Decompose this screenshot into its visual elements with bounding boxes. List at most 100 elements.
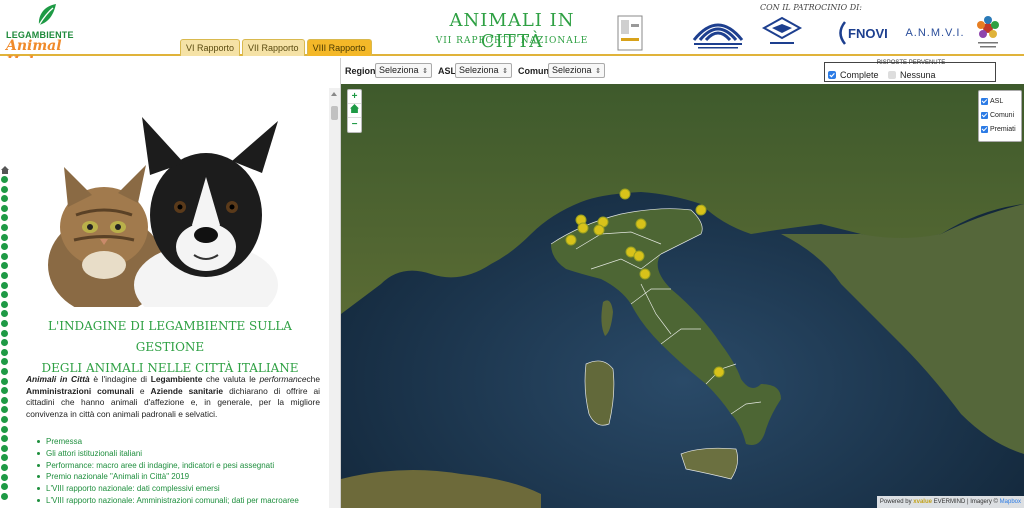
layer-premiati[interactable]: Premiati	[981, 122, 1019, 136]
layer-asl[interactable]: ASL	[981, 94, 1019, 108]
side-dot	[1, 233, 8, 241]
complete-checkbox[interactable]	[828, 71, 836, 79]
page-subtitle: VII RAPPORTO NAZIONALE	[435, 36, 589, 46]
contents-link-list: Premessa Gli attori istituzionali italia…	[36, 436, 326, 507]
side-dot	[1, 320, 8, 327]
asl-select-value: Seleziona	[459, 65, 499, 75]
map-attribution: Powered by xvalue EVERMIND | Imagery © M…	[876, 496, 1024, 508]
scrollbar-thumb[interactable]	[331, 106, 338, 120]
side-dot	[1, 262, 8, 270]
map-home-button[interactable]	[348, 104, 361, 118]
regioni-select-value: Seleziona	[379, 65, 419, 75]
anmvi-logo-text: A.N.M.V.I.	[905, 27, 965, 39]
intro-text-3: che	[306, 374, 320, 384]
asl-select[interactable]: Seleziona ⇕	[455, 63, 512, 78]
side-dot	[1, 435, 8, 443]
intro-legambiente: Legambiente	[150, 374, 203, 384]
side-dot	[1, 224, 8, 231]
panel-heading-line1: L'INDAGINE DI LEGAMBIENTE SULLA GESTIONE	[48, 319, 292, 354]
side-dot	[1, 454, 8, 462]
attribution-mapbox[interactable]: Mapbox	[1000, 499, 1021, 505]
comuni-select[interactable]: Seleziona ⇕	[548, 63, 605, 78]
link-attori-istituzionali[interactable]: Gli attori istituzionali italiani	[36, 448, 326, 460]
info-panel: L'INDAGINE DI LEGAMBIENTE SULLA GESTIONE…	[10, 58, 341, 508]
patron-logo-anmvi: A.N.M.V.I.	[902, 14, 968, 52]
cat-and-dog-photo	[46, 115, 310, 307]
patron-label: CON IL PATROCINIO DI:	[760, 3, 862, 12]
layer-comuni-label: Comuni	[990, 111, 1015, 119]
legambiente-logo[interactable]: LEGAMBIENTE Animal Help	[6, 3, 96, 70]
side-dot	[1, 291, 8, 299]
comuni-select-value: Seleziona	[552, 65, 592, 75]
select-caret-icon: ⇕	[502, 68, 508, 75]
fnovi-bracket-icon	[839, 21, 846, 45]
intro-performance: performance	[259, 374, 307, 384]
side-dot	[1, 358, 8, 366]
side-dot	[1, 416, 8, 423]
side-dot	[1, 243, 8, 251]
select-caret-icon: ⇕	[422, 68, 428, 75]
link-amministrazioni-comunali[interactable]: L'VIII rapporto nazionale: Amministrazio…	[36, 495, 326, 507]
side-dot	[1, 252, 8, 260]
risposte-filter-box: RISPOSTE PERVENUTE Complete Nessuna	[824, 60, 996, 82]
layer-asl-checkbox[interactable]	[981, 97, 988, 105]
intro-paragraph: Animali in Città è l'indagine di Legambi…	[26, 374, 320, 420]
layer-comuni[interactable]: Comuni	[981, 108, 1019, 122]
intro-text-4: e	[133, 385, 151, 396]
side-dot	[1, 387, 8, 395]
filter-bar: Regioni Seleziona ⇕ ASL Seleziona ⇕ Comu…	[341, 58, 1024, 84]
layer-premiati-checkbox[interactable]	[981, 125, 988, 133]
scroll-up-arrow-icon[interactable]	[331, 92, 337, 96]
comuni-label: Comuni	[518, 66, 552, 76]
home-icon[interactable]	[1, 166, 9, 174]
patron-logo-2	[688, 14, 748, 52]
intro-survey-name: Animali in Città	[26, 374, 90, 384]
map-view[interactable]: + − ASL Comuni Premiati Powered by xvalu…	[341, 84, 1024, 508]
nessuna-checkbox[interactable]	[888, 71, 896, 79]
side-dot	[1, 195, 8, 203]
tab-vi-rapporto[interactable]: VI Rapporto	[180, 39, 241, 56]
header: LEGAMBIENTE Animal Help VI Rapporto VII …	[0, 0, 1024, 70]
regioni-select[interactable]: Seleziona ⇕	[375, 63, 432, 78]
intro-text-2: che valuta le	[202, 374, 260, 384]
conference-arc-icon	[692, 23, 744, 49]
attribution-imagery: | Imagery ©	[966, 499, 998, 505]
link-premessa[interactable]: Premessa	[36, 436, 326, 448]
side-dot	[1, 348, 8, 356]
intro-aziende: Aziende sanitarie	[150, 385, 224, 396]
patron-logo-fnovi: FNOVI	[834, 14, 898, 52]
side-dot	[1, 310, 8, 318]
side-dot	[1, 176, 8, 183]
panel-scrollbar[interactable]	[329, 88, 340, 508]
zoom-in-button[interactable]: +	[348, 90, 361, 104]
side-dot	[1, 492, 8, 500]
home-icon	[350, 104, 359, 113]
side-dot	[1, 185, 8, 193]
layer-comuni-checkbox[interactable]	[981, 111, 988, 119]
patron-logo-3	[760, 14, 804, 52]
layer-control: ASL Comuni Premiati	[978, 90, 1022, 142]
panel-heading: L'INDAGINE DI LEGAMBIENTE SULLA GESTIONE…	[20, 316, 320, 379]
attribution-xvalue[interactable]: xvalue	[913, 499, 932, 505]
attribution-evermind[interactable]: EVERMIND	[934, 499, 966, 505]
patron-emblem-icon	[617, 15, 643, 51]
tab-vii-rapporto[interactable]: VII Rapporto	[242, 39, 305, 56]
link-dati-complessivi[interactable]: L'VIII rapporto nazionale: dati compless…	[36, 483, 326, 495]
risposte-title: RISPOSTE PERVENUTE	[876, 60, 946, 66]
zoom-out-button[interactable]: −	[348, 118, 361, 132]
patron-logo-6	[974, 14, 1002, 52]
side-dot	[1, 204, 8, 212]
tab-viii-rapporto[interactable]: VIII Rapporto	[306, 39, 372, 56]
select-caret-icon: ⇕	[595, 68, 601, 75]
link-premio-nazionale[interactable]: Premio nazionale "Animali in Città" 2019	[36, 471, 326, 483]
badge-emblem-icon	[761, 16, 803, 44]
side-dot	[1, 425, 8, 433]
side-dot	[1, 396, 8, 404]
side-strip	[0, 58, 10, 508]
side-dot	[1, 300, 8, 308]
complete-label: Complete	[840, 70, 879, 80]
side-dot	[1, 329, 8, 337]
link-performance[interactable]: Performance: macro aree di indagine, ind…	[36, 460, 326, 472]
side-dot	[1, 339, 8, 347]
satellite-map-canvas[interactable]	[341, 84, 1024, 508]
